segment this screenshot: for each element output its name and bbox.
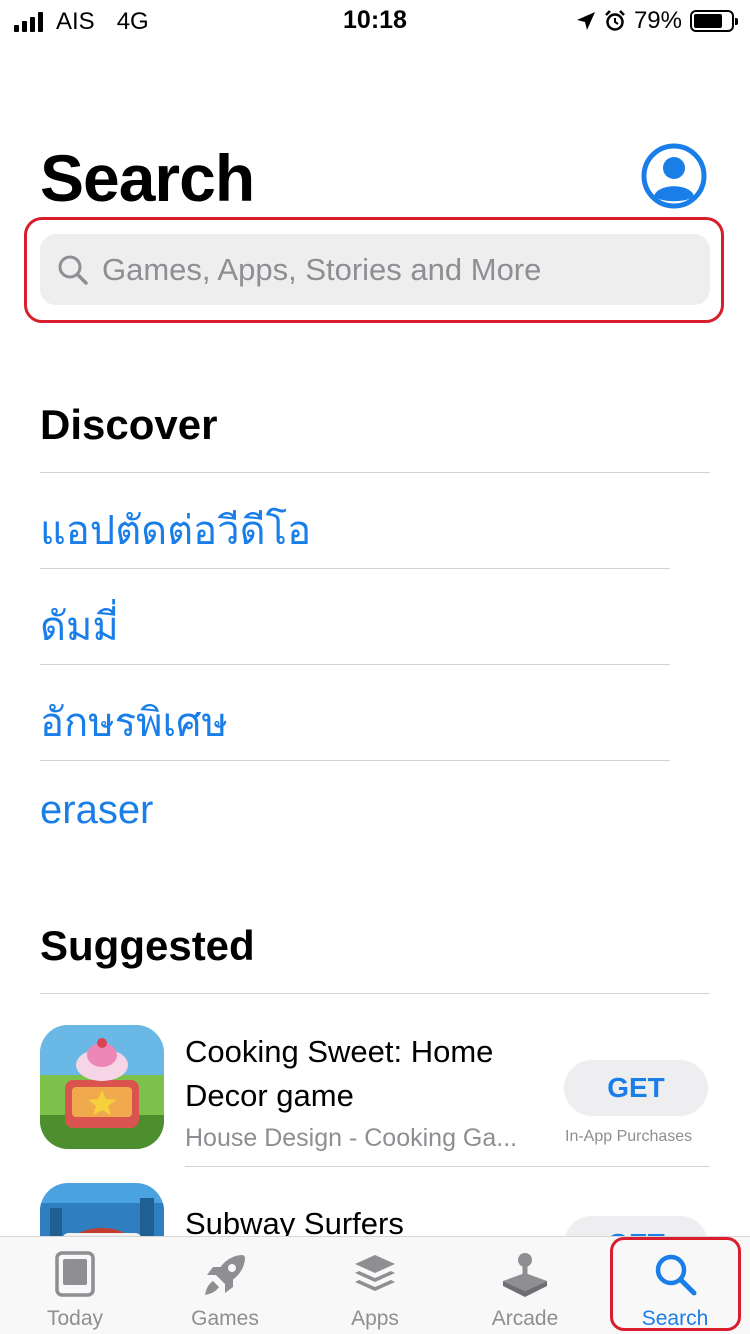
app-title-line[interactable]: Decor game: [185, 1074, 354, 1118]
divider: [40, 472, 710, 473]
status-right: 79%: [576, 7, 738, 35]
tab-apps[interactable]: Apps: [300, 1237, 450, 1334]
divider: [40, 993, 710, 994]
tab-arcade[interactable]: Arcade: [450, 1237, 600, 1334]
tab-games[interactable]: Games: [150, 1237, 300, 1334]
alarm-icon: [605, 10, 625, 31]
tab-label: Apps: [351, 1307, 399, 1330]
search-tab-highlight-annotation: [610, 1237, 741, 1331]
discover-title: Discover: [40, 401, 218, 448]
divider: [185, 1166, 710, 1167]
discover-item[interactable]: แอปตัดต่อวีดีโอ: [40, 498, 311, 562]
app-subtitle: House Design - Cooking Ga...: [185, 1124, 518, 1152]
joystick-icon: [503, 1253, 547, 1297]
get-button[interactable]: GET: [564, 1060, 708, 1116]
suggested-title: Suggested: [40, 922, 255, 969]
search-field[interactable]: [40, 234, 710, 305]
tab-today[interactable]: Today: [0, 1237, 150, 1334]
account-icon[interactable]: [641, 143, 707, 209]
app-icon-cooking-sweet[interactable]: [40, 1025, 164, 1149]
rocket-icon: [205, 1255, 245, 1295]
tab-label: Today: [46, 1307, 104, 1330]
tab-label: Games: [191, 1307, 259, 1330]
today-icon: [55, 1251, 95, 1297]
divider: [40, 664, 670, 665]
discover-item[interactable]: อักษรพิเศษ: [40, 690, 228, 754]
in-app-purchases-note: In-App Purchases: [565, 1128, 693, 1145]
discover-item[interactable]: ดัมมี่: [40, 594, 119, 658]
app-title-line[interactable]: Cooking Sweet: Home: [185, 1030, 493, 1074]
location-arrow-icon: [576, 12, 595, 30]
divider: [40, 760, 670, 761]
discover-item[interactable]: eraser: [40, 788, 153, 833]
search-input[interactable]: [102, 251, 662, 288]
battery-icon: [690, 10, 738, 32]
status-bar: AIS 4G 10:18 79%: [0, 0, 750, 40]
stack-icon: [355, 1255, 395, 1291]
battery-percent: 79%: [633, 7, 682, 34]
page-title: Search: [40, 141, 255, 215]
tab-label: Arcade: [491, 1307, 559, 1330]
divider: [40, 568, 670, 569]
search-icon: [56, 253, 90, 287]
